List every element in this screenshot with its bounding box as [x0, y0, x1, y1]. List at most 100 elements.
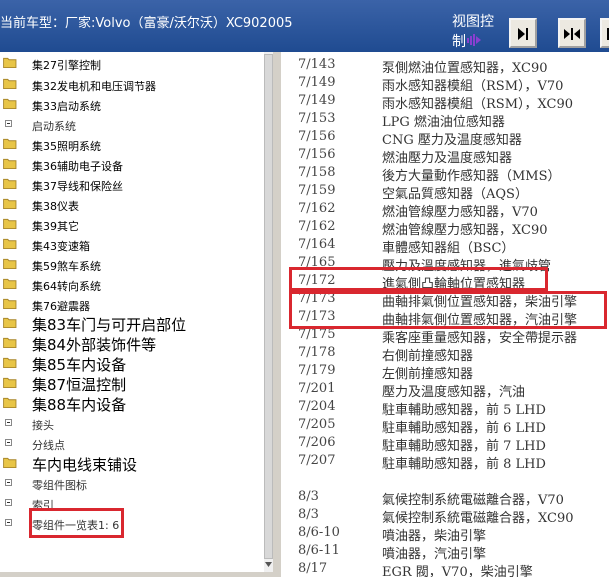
tree-item-label: 集38仪表 — [32, 200, 79, 213]
tree-item-label: 集33启动系统 — [32, 100, 101, 113]
tree-item[interactable]: 集27引擎控制 — [0, 54, 264, 74]
folder-icon — [3, 238, 17, 249]
tree-item-label: 启动系统 — [32, 120, 76, 133]
component-row: 8/3 氣候控制系統電磁離合器，V70 — [281, 489, 609, 508]
collapse-icon[interactable] — [5, 519, 12, 526]
component-description: 泵側燃油位置感知器，XC90 — [382, 61, 548, 76]
component-code: 7/156 — [298, 129, 336, 144]
tree-item-label: 分线点 — [32, 439, 65, 452]
view-control-icon — [467, 34, 481, 46]
tree-item-label: 集83车门与可开启部位 — [32, 316, 187, 334]
component-row: 7/149 雨水感知器模組（RSM），V70 — [281, 75, 609, 94]
scroll-down-icon[interactable] — [265, 562, 272, 568]
tree-item[interactable]: 集88车内设备 — [0, 394, 264, 414]
tree-item-label: 集37导线和保险丝 — [32, 180, 123, 193]
tree-item[interactable]: 集85车内设备 — [0, 354, 264, 374]
component-row: 7/143 泵側燃油位置感知器，XC90 — [281, 57, 609, 76]
arrow-left-bar-icon — [607, 28, 609, 40]
component-description: 燃油管線壓力感知器，V70 — [382, 205, 538, 220]
tree-item[interactable]: 启动系统 — [0, 115, 264, 135]
collapse-icon[interactable] — [5, 120, 12, 127]
collapse-icon[interactable] — [5, 419, 12, 426]
component-code: 7/153 — [298, 111, 336, 126]
component-description: LPG 燃油油位感知器 — [382, 115, 505, 130]
tree-item[interactable]: 集84外部装饰件等 — [0, 334, 264, 354]
tree-item[interactable]: 接头 — [0, 414, 264, 434]
component-row: 7/206 駐車輔助感知器，前 7 LHD — [281, 435, 609, 454]
tree-item-label: 集27引擎控制 — [32, 59, 101, 72]
component-code: 7/204 — [298, 399, 336, 414]
tree-pane[interactable]: 集27引擎控制集32发电机和电压调节器集33启动系统 启动系统集35照明系统 集36… — [0, 52, 264, 572]
collapse-icon[interactable] — [5, 439, 12, 446]
tree-item[interactable]: 集38仪表 — [0, 195, 264, 215]
collapse-icon[interactable] — [5, 499, 12, 506]
component-row: 7/162 燃油管線壓力感知器，XC90 — [281, 219, 609, 238]
tree-item[interactable]: 集43变速箱 — [0, 235, 264, 255]
tree-item[interactable]: 集76避震器 — [0, 295, 264, 315]
highlight-crank-sensors — [289, 291, 607, 329]
tree-item[interactable]: 集59煞车系统 — [0, 255, 264, 275]
component-code: 7/162 — [298, 201, 336, 216]
component-row: 7/207 駐車輔助感知器，前 8 LHD — [281, 453, 609, 472]
tree-item[interactable]: 集36辅助电子设备 — [0, 155, 264, 175]
component-code: 7/162 — [298, 219, 336, 234]
component-description: 左側前撞感知器 — [382, 367, 474, 382]
folder-icon — [3, 377, 17, 388]
folder-icon — [3, 78, 17, 89]
tree-item-label: 集84外部装饰件等 — [32, 336, 157, 354]
component-description: 壓力及温度感知器，汽油 — [382, 385, 526, 400]
component-row: 7/179 左側前撞感知器 — [281, 363, 609, 382]
component-description: 駐車輔助感知器，前 5 LHD — [382, 403, 546, 418]
component-description: 噴油器，汽油引擎 — [382, 547, 487, 562]
view-control-label-2: 制 — [452, 34, 466, 50]
component-code: 7/164 — [298, 237, 336, 252]
pane-splitter[interactable] — [273, 52, 281, 577]
component-code: 8/6-11 — [298, 543, 340, 558]
status-strip — [0, 572, 273, 577]
component-row: 7/153 LPG 燃油油位感知器 — [281, 111, 609, 130]
component-description: 駐車輔助感知器，前 8 LHD — [382, 457, 546, 472]
tree-item[interactable]: 集87恒温控制 — [0, 374, 264, 394]
tree-item-label: 车内电线束铺设 — [32, 456, 138, 474]
tree-scrollbar[interactable] — [264, 52, 273, 572]
folder-icon — [3, 158, 17, 169]
component-row: 7/158 後方大量動作感知器（MMS） — [281, 165, 609, 184]
tree-item[interactable]: 集33启动系统 — [0, 95, 264, 115]
component-description: CNG 壓力及温度感知器 — [382, 133, 522, 148]
tree-item[interactable]: 集83车门与可开启部位 — [0, 314, 264, 334]
component-description: 燃油壓力及温度感知器 — [382, 151, 513, 166]
folder-icon — [3, 397, 17, 408]
component-row: 8/6-11 噴油器，汽油引擎 — [281, 543, 609, 562]
component-row: 7/175 乘客座重量感知器，安全帶提示器 — [281, 327, 609, 346]
tree-item-label: 集87恒温控制 — [32, 376, 127, 394]
component-row: 7/149 雨水感知器模組（RSM），XC90 — [281, 93, 609, 112]
split-arrows-icon — [564, 28, 580, 40]
tree-item[interactable]: 集35照明系统 — [0, 135, 264, 155]
tree-item[interactable]: 集37导线和保险丝 — [0, 175, 264, 195]
tree-item[interactable]: 零组件图标 — [0, 474, 264, 494]
expand-left-button[interactable] — [600, 18, 609, 48]
component-row: 7/159 空氣品質感知器（AQS） — [281, 183, 609, 202]
component-row: 7/201 壓力及温度感知器，汽油 — [281, 381, 609, 400]
view-control[interactable]: 视图控 制 — [452, 14, 502, 52]
vehicle-title: 当前车型：厂家:Volvo（富豪/沃尔沃）XC902005 — [0, 16, 293, 31]
tree-item[interactable]: 车内电线束铺设 — [0, 454, 264, 474]
split-view-button[interactable] — [558, 18, 586, 48]
component-code: 7/178 — [298, 345, 336, 360]
tree-item[interactable]: 集32发电机和电压调节器 — [0, 75, 264, 95]
component-code: 7/179 — [298, 363, 336, 378]
component-code: 7/206 — [298, 435, 336, 450]
folder-icon — [3, 278, 17, 289]
collapse-icon[interactable] — [5, 479, 12, 486]
component-code: 7/201 — [298, 381, 336, 396]
folder-icon — [3, 258, 17, 269]
tree-item[interactable]: 分线点 — [0, 434, 264, 454]
expand-right-button[interactable] — [509, 18, 537, 48]
tree-scrollbar-thumb[interactable] — [264, 54, 273, 559]
tree-item-label: 集43变速箱 — [32, 240, 90, 253]
component-description: 空氣品質感知器（AQS） — [382, 187, 528, 202]
component-description: 噴油器，柴油引擎 — [382, 529, 487, 544]
tree-item[interactable]: 集64转向系统 — [0, 275, 264, 295]
component-description: 車體感知器組（BSC） — [382, 241, 515, 256]
tree-item[interactable]: 集39其它 — [0, 215, 264, 235]
